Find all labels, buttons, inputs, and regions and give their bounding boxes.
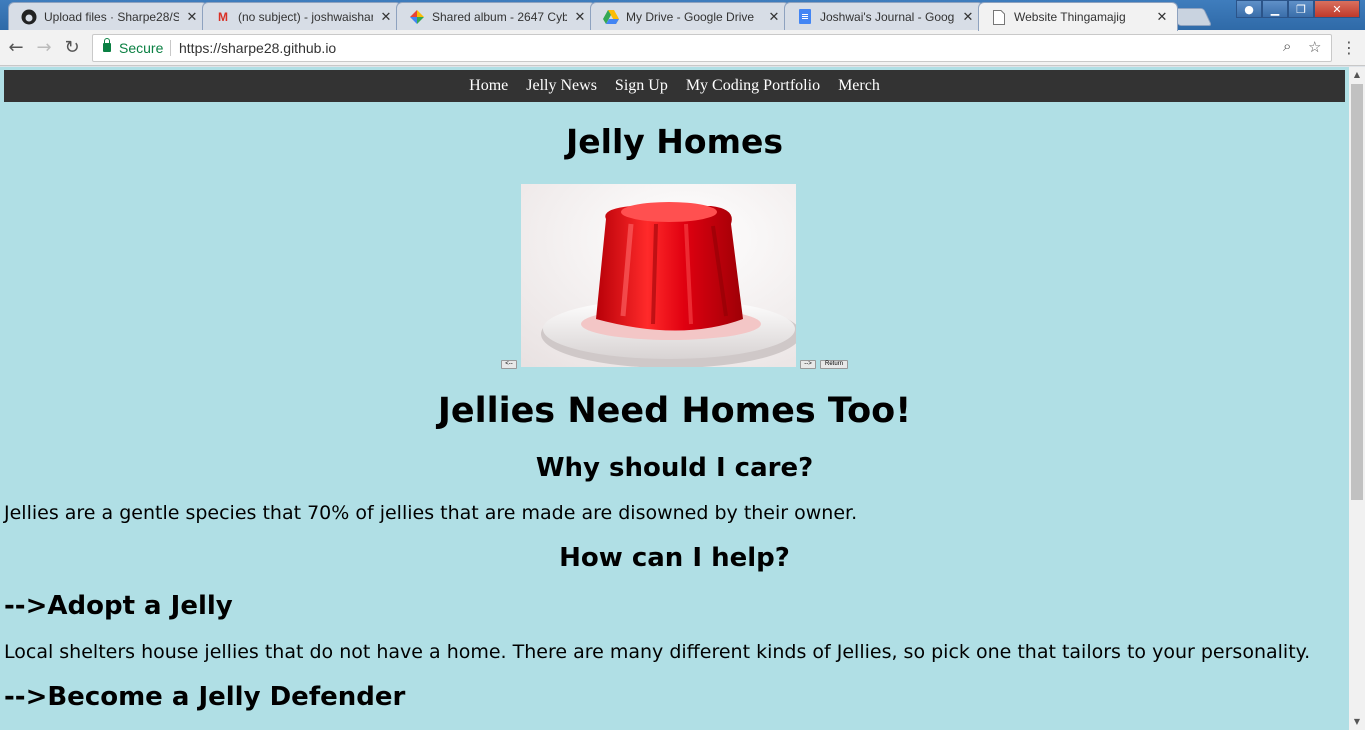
- site-nav: Home Jelly News Sign Up My Coding Portfo…: [4, 70, 1345, 102]
- scrollbar-thumb[interactable]: [1351, 84, 1363, 500]
- tab-title: (no subject) - joshwaishar: [238, 9, 373, 24]
- why-heading: Why should I care?: [535, 453, 814, 483]
- window-controls: ● ▁ ❐ ✕: [1236, 0, 1360, 18]
- gmail-icon: M: [218, 9, 228, 24]
- scroll-up-icon[interactable]: ▲: [1349, 67, 1365, 83]
- defender-heading: -->Become a Jelly Defender: [4, 682, 406, 712]
- close-icon[interactable]: ✕: [767, 9, 781, 24]
- secure-label: Secure: [119, 40, 164, 56]
- tab-photos[interactable]: Shared album - 2647 Cyb ✕: [396, 2, 596, 30]
- scroll-down-icon[interactable]: ▼: [1349, 714, 1365, 730]
- tab-github[interactable]: Upload files · Sharpe28/S ✕: [8, 2, 208, 30]
- tab-title: Website Thingamajig: [1014, 10, 1126, 24]
- omnibox-divider: [170, 40, 171, 56]
- tab-title: Joshwai's Journal - Googl: [820, 9, 955, 24]
- tab-docs[interactable]: Joshwai's Journal - Googl ✕: [784, 2, 984, 30]
- nav-coding-portfolio[interactable]: My Coding Portfolio: [677, 77, 829, 95]
- docs-icon: [797, 9, 813, 25]
- address-bar[interactable]: Secure https://sharpe28.github.io ⌕ ☆: [92, 34, 1332, 62]
- page-viewport: Home Jelly News Sign Up My Coding Portfo…: [0, 67, 1349, 730]
- minimize-icon[interactable]: ▁: [1262, 0, 1288, 18]
- photos-icon: [409, 9, 425, 25]
- close-icon[interactable]: ✕: [185, 9, 199, 24]
- slideshow-return-button[interactable]: Return: [820, 360, 848, 369]
- vertical-scrollbar[interactable]: ▲ ▼: [1349, 67, 1365, 730]
- main-heading: Jellies Need Homes Too!: [437, 391, 912, 431]
- tab-title: Shared album - 2647 Cyb: [432, 9, 567, 24]
- url-text[interactable]: https://sharpe28.github.io: [179, 40, 336, 56]
- nav-home[interactable]: Home: [460, 77, 517, 95]
- adopt-paragraph: Local shelters house jellies that do not…: [4, 641, 1311, 663]
- reload-icon[interactable]: ↻: [62, 38, 82, 58]
- drive-icon: [603, 9, 619, 25]
- slideshow-prev-button[interactable]: <--: [501, 360, 517, 369]
- close-icon[interactable]: ✕: [961, 9, 975, 24]
- browser-toolbar: ← → ↻ Secure https://sharpe28.github.io …: [0, 30, 1365, 66]
- close-icon[interactable]: ✕: [573, 9, 587, 24]
- restore-icon[interactable]: ❐: [1288, 0, 1314, 18]
- lock-icon: [103, 38, 111, 52]
- nav-merch[interactable]: Merch: [829, 77, 889, 95]
- tab-strip: Upload files · Sharpe28/S ✕ M (no subjec…: [0, 0, 1365, 31]
- jelly-image: [521, 184, 796, 367]
- tab-drive[interactable]: My Drive - Google Drive ✕: [590, 2, 790, 30]
- close-icon[interactable]: ✕: [1155, 10, 1169, 24]
- forward-arrow-icon[interactable]: →: [34, 38, 54, 58]
- tab-gmail[interactable]: M (no subject) - joshwaishar ✕: [202, 2, 402, 30]
- tab-title: Upload files · Sharpe28/S: [44, 9, 179, 24]
- github-icon: [21, 9, 37, 25]
- tab-title: My Drive - Google Drive: [626, 9, 755, 24]
- why-paragraph: Jellies are a gentle species that 70% of…: [4, 502, 858, 524]
- close-window-icon[interactable]: ✕: [1314, 0, 1360, 18]
- bookmark-star-icon[interactable]: ☆: [1308, 38, 1321, 56]
- nav-sign-up[interactable]: Sign Up: [606, 77, 677, 95]
- page-icon: [991, 9, 1007, 25]
- adopt-heading: -->Adopt a Jelly: [4, 591, 233, 621]
- nav-jelly-news[interactable]: Jelly News: [517, 77, 606, 95]
- zoom-icon[interactable]: ⌕: [1283, 38, 1291, 55]
- slideshow-next-button[interactable]: -->: [800, 360, 816, 369]
- menu-icon[interactable]: ⋮: [1341, 38, 1357, 57]
- page-title: Jelly Homes: [566, 122, 783, 161]
- close-icon[interactable]: ✕: [379, 9, 393, 24]
- tab-website[interactable]: Website Thingamajig ✕: [978, 2, 1178, 31]
- profile-icon[interactable]: ●: [1236, 0, 1262, 18]
- help-heading: How can I help?: [559, 543, 790, 573]
- back-arrow-icon[interactable]: ←: [6, 38, 26, 58]
